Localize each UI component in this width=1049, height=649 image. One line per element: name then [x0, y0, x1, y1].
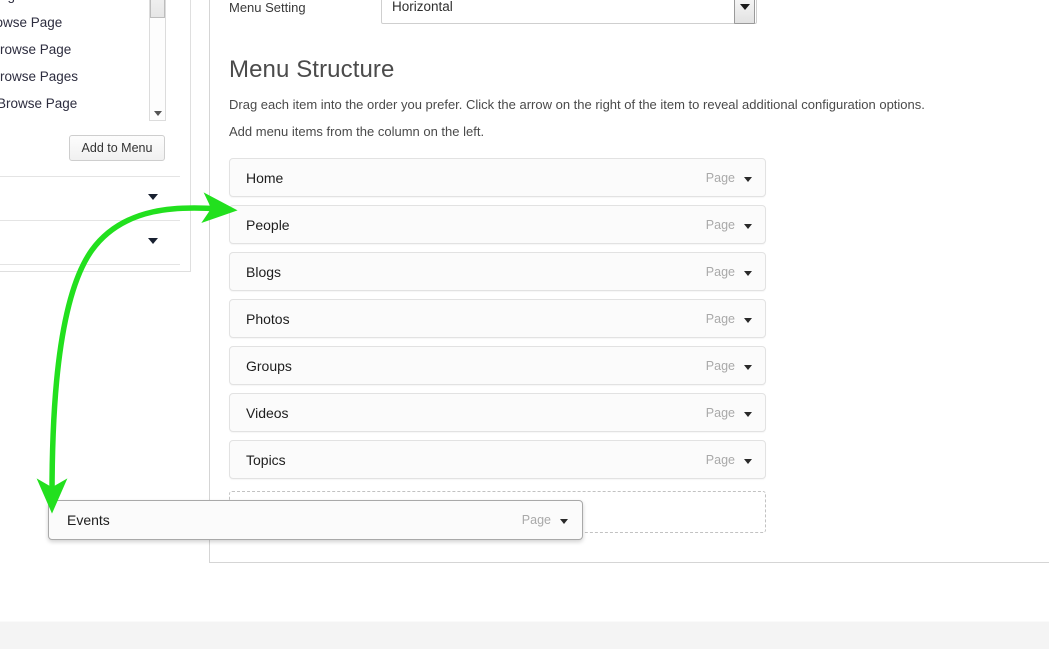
menu-item-type: Page	[705, 359, 735, 373]
scrollbar-down-arrow[interactable]	[150, 104, 165, 120]
caret-shape	[739, 4, 750, 10]
chevron-down-icon	[153, 110, 162, 116]
menu-item-row[interactable]: Blogs Page	[229, 252, 766, 291]
menu-item-type: Page	[705, 453, 735, 467]
menu-item-meta: Page	[706, 218, 752, 232]
chevron-down-icon[interactable]	[744, 411, 752, 417]
dragged-menu-item[interactable]: Events Page	[48, 500, 583, 540]
menu-structure-list: Home Page People Page Blogs Page Photos Page Gro…	[229, 158, 766, 487]
help-text-add: Add menu items from the column on the le…	[229, 124, 485, 139]
menu-setting-row: Menu Setting Horizontal	[229, 0, 769, 26]
page-list-item[interactable]: Browse Page	[0, 90, 167, 117]
menu-item-type: Page	[705, 265, 735, 279]
app-root: Menu Setting Horizontal Menu Structure D…	[0, 0, 1049, 649]
menu-item-type: Page	[705, 312, 735, 326]
page-list-item[interactable]: Page	[0, 0, 167, 9]
menu-item-label: Home	[246, 170, 284, 186]
chevron-down-icon[interactable]	[734, 0, 755, 24]
footer-band	[0, 621, 1049, 649]
menu-item-row[interactable]: Videos Page	[229, 393, 766, 432]
chevron-down-icon[interactable]	[148, 238, 158, 244]
menu-item-label: People	[246, 217, 290, 233]
menu-item-type: Page	[705, 218, 735, 232]
menu-setting-label: Menu Setting	[229, 0, 306, 15]
menu-item-label: Photos	[246, 311, 290, 327]
menu-item-label: Topics	[246, 452, 286, 468]
page-list-item[interactable]: rowse Page	[0, 9, 167, 36]
menu-item-meta: Page	[706, 453, 752, 467]
menu-item-type: Page	[705, 406, 735, 420]
menu-item-meta: Page	[706, 171, 752, 185]
help-text-drag: Drag each item into the order you prefer…	[229, 97, 925, 112]
scrollbar-thumb[interactable]	[150, 0, 165, 18]
add-to-menu-button[interactable]: Add to Menu	[69, 135, 165, 161]
menu-item-row[interactable]: Photos Page	[229, 299, 766, 338]
menu-item-meta: Page	[706, 406, 752, 420]
chevron-down-icon[interactable]	[744, 270, 752, 276]
chevron-down-icon[interactable]	[560, 518, 568, 524]
sidebar-accordion-2[interactable]	[0, 220, 180, 264]
chevron-down-icon[interactable]	[148, 194, 158, 200]
dragged-item-type: Page	[521, 513, 551, 527]
dragged-item-meta: Page	[522, 513, 568, 527]
menu-item-meta: Page	[706, 359, 752, 373]
menu-item-label: Blogs	[246, 264, 282, 280]
chevron-down-icon[interactable]	[744, 458, 752, 464]
menu-item-label: Groups	[246, 358, 292, 374]
menu-item-row[interactable]: Topics Page	[229, 440, 766, 479]
page-pick-list[interactable]: Pagerowse PageBrowse PageBrowse PagesBro…	[0, 0, 167, 123]
menu-item-row[interactable]: Groups Page	[229, 346, 766, 385]
sidebar-divider	[0, 264, 180, 265]
menu-item-row[interactable]: Home Page	[229, 158, 766, 197]
chevron-down-icon[interactable]	[744, 223, 752, 229]
chevron-down-icon[interactable]	[744, 317, 752, 323]
page-list-item[interactable]: Browse Pages	[0, 63, 167, 90]
menu-setting-select[interactable]: Horizontal	[381, 0, 757, 24]
menu-item-meta: Page	[706, 312, 752, 326]
chevron-down-icon[interactable]	[744, 364, 752, 370]
menu-item-label: Videos	[246, 405, 289, 421]
menu-item-type: Page	[705, 171, 735, 185]
page-title: Menu Structure	[229, 56, 395, 83]
sidebar-accordion-1[interactable]	[0, 176, 180, 220]
sidebar-panel: Pagerowse PageBrowse PageBrowse PagesBro…	[0, 0, 191, 272]
menu-item-row[interactable]: People Page	[229, 205, 766, 244]
menu-item-meta: Page	[706, 265, 752, 279]
menu-setting-select-value: Horizontal	[392, 0, 453, 14]
page-list-item[interactable]: Browse Page	[0, 36, 167, 63]
chevron-down-icon[interactable]	[744, 176, 752, 182]
sidebar-scrollbar[interactable]	[149, 0, 166, 121]
dragged-item-label: Events	[67, 512, 110, 528]
